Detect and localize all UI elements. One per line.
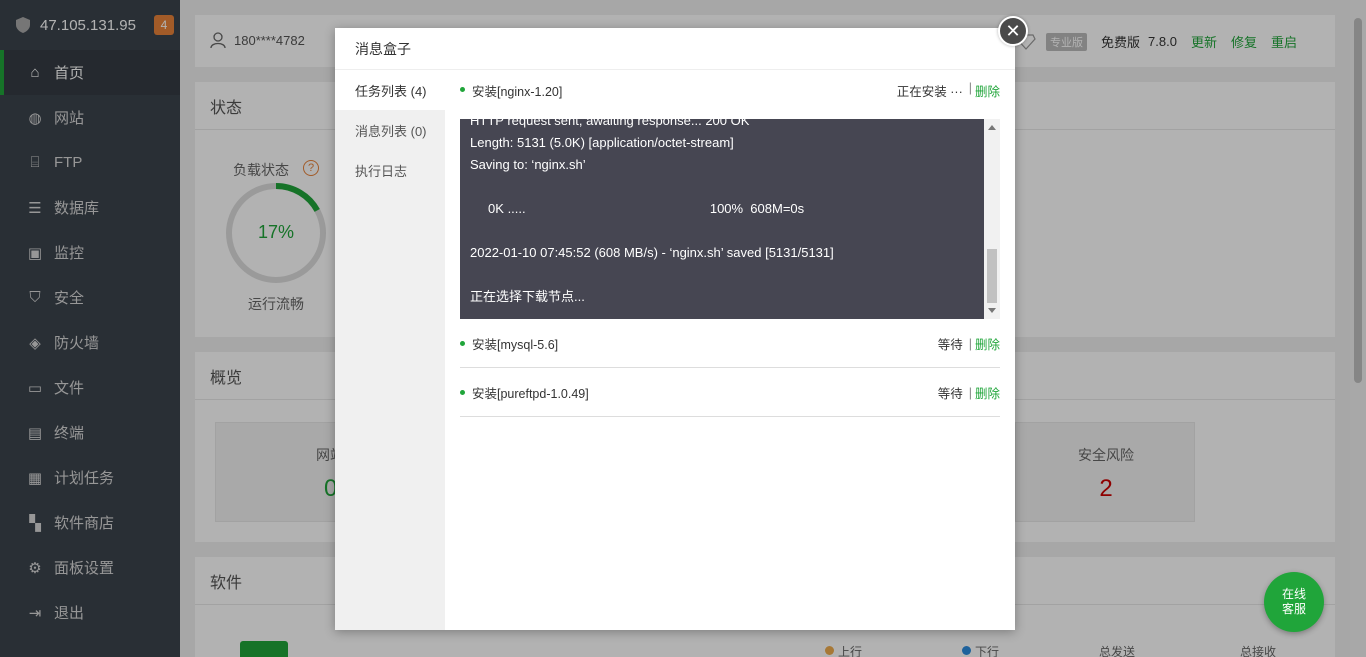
task-status: 等待 — [937, 338, 963, 352]
scroll-up-icon[interactable] — [988, 125, 996, 130]
delete-task-button[interactable]: 删除 — [975, 334, 1000, 353]
log-scrollbar[interactable] — [984, 119, 1000, 319]
delete-task-button[interactable]: 删除 — [975, 383, 1000, 402]
task-name: 安装[pureftpd-1.0.49] — [472, 386, 589, 401]
modal-tabs: 任务列表 (4) 消息列表 (0) 执行日志 — [335, 70, 445, 630]
task-name: 安装[mysql-5.6] — [472, 337, 559, 352]
task-list: 安装[nginx-1.20] 正在安装 ··· | 删除 HTTP reques… — [460, 70, 1000, 417]
task-status-dot — [460, 340, 465, 346]
task-item: 安装[nginx-1.20] 正在安装 ··· | 删除 — [460, 81, 1000, 119]
chat-label-line2: 客服 — [1281, 602, 1306, 616]
message-box-modal: 消息盒子 ✕ 任务列表 (4) 消息列表 (0) 执行日志 安装[nginx-1… — [335, 16, 1028, 630]
log-line: Saving to: ‘nginx.sh’ — [470, 157, 586, 172]
tab-execution-log[interactable]: 执行日志 — [335, 150, 445, 190]
task-status-dot — [460, 87, 465, 92]
task-status-dot — [460, 389, 465, 395]
install-log-console[interactable]: HTTP request sent, awaiting response... … — [460, 119, 1000, 319]
log-scroll-thumb[interactable] — [987, 249, 997, 303]
chat-label-line1: 在线 — [1281, 587, 1306, 601]
task-item: 安装[mysql-5.6] 等待 | 删除 — [460, 319, 1000, 368]
task-status: 正在安装 ··· — [896, 85, 963, 99]
task-name: 安装[nginx-1.20] — [472, 85, 563, 99]
task-item: 安装[pureftpd-1.0.49] 等待 | 删除 — [460, 368, 1000, 417]
log-line: 0K ..... 100% 608M=0s — [470, 201, 805, 216]
log-line: 2022-01-10 07:45:52 (608 MB/s) - ‘nginx.… — [470, 245, 834, 260]
tab-message-list[interactable]: 消息列表 (0) — [335, 110, 445, 150]
log-line: HTTP request sent, awaiting response... … — [470, 119, 750, 128]
log-line: Length: 5131 (5.0K) [application/octet-s… — [470, 135, 734, 150]
scroll-down-icon[interactable] — [988, 308, 996, 313]
log-line: 正在选择下载节点... — [470, 289, 585, 304]
tab-task-list[interactable]: 任务列表 (4) — [335, 70, 445, 110]
delete-task-button[interactable]: 删除 — [975, 81, 1000, 100]
task-status: 等待 — [937, 387, 963, 401]
close-icon[interactable]: ✕ — [998, 16, 1028, 46]
online-support-button[interactable]: 在线 客服 — [1264, 572, 1324, 632]
modal-title: 消息盒子 — [335, 28, 1015, 70]
